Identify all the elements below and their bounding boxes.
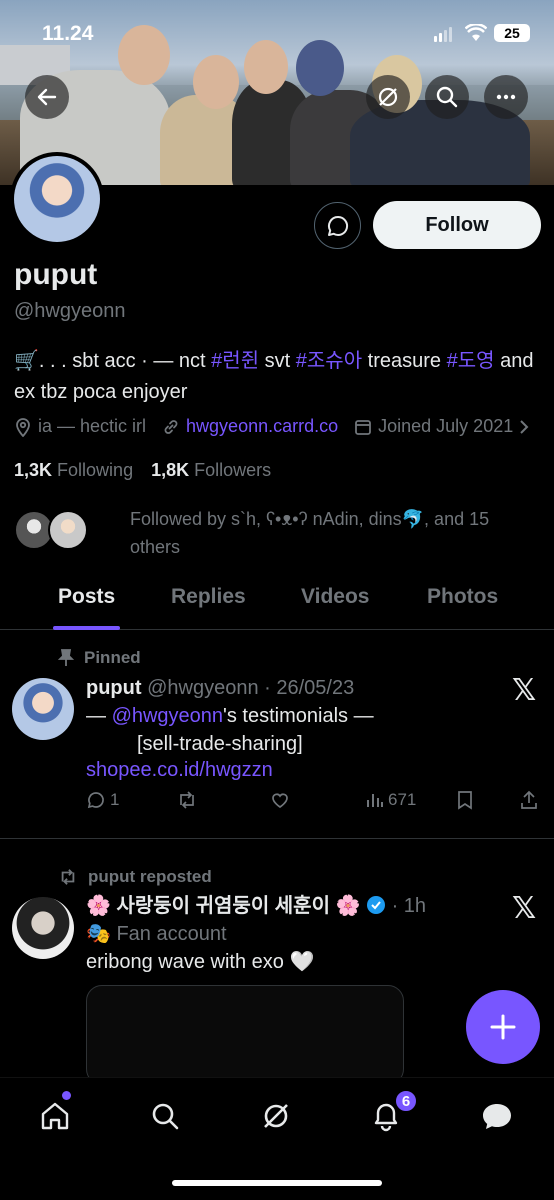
compose-button[interactable] xyxy=(466,990,540,1064)
post-media[interactable] xyxy=(86,985,404,1085)
like-button[interactable] xyxy=(270,790,290,810)
tab-photos[interactable]: Photos xyxy=(427,585,498,609)
location-pin-icon xyxy=(16,417,30,437)
more-button[interactable] xyxy=(484,75,528,119)
status-time: 11.24 xyxy=(42,22,94,45)
post-divider xyxy=(0,838,554,839)
message-bubble-icon xyxy=(327,215,348,236)
post-text: eribong wave with exo 🤍 xyxy=(86,951,315,973)
profile-joined: Joined July 2021 xyxy=(354,416,513,437)
views-button[interactable]: 671 xyxy=(366,790,416,810)
back-button[interactable] xyxy=(25,75,69,119)
nav-messages[interactable] xyxy=(477,1096,517,1136)
bookmark-button[interactable] xyxy=(456,790,474,810)
wifi-icon xyxy=(465,24,487,41)
notification-badge: 6 xyxy=(394,1089,418,1113)
status-bar: 11.24 25 xyxy=(0,0,554,64)
profile-avatar[interactable] xyxy=(10,152,104,246)
repost-icon xyxy=(61,869,75,885)
arrow-left-icon xyxy=(37,88,57,106)
x-logo-icon: 𝕏 xyxy=(512,892,537,925)
grok-button[interactable] xyxy=(366,75,410,119)
pin-icon xyxy=(58,649,74,666)
followers-link[interactable]: 1,8K Followers xyxy=(151,460,271,481)
signal-icon xyxy=(434,27,452,42)
share-icon xyxy=(521,790,537,809)
search-icon xyxy=(436,86,458,108)
search-icon xyxy=(152,1103,179,1130)
mention-link[interactable]: @hwgyeonn xyxy=(112,705,223,727)
avatar xyxy=(48,510,88,550)
link-icon xyxy=(164,419,178,434)
grok-icon xyxy=(264,1104,288,1128)
post-text-line: [sell-trade-sharing] xyxy=(137,733,303,755)
chat-bubble-icon xyxy=(483,1104,511,1129)
verified-badge-icon xyxy=(367,896,385,914)
nav-search[interactable] xyxy=(145,1096,185,1136)
post-text-line: — @hwgyeonn's testimonials — xyxy=(86,705,374,727)
tab-indicator xyxy=(53,626,120,630)
profile-bio: 🛒. . . sbt acc · — nct #런쥔 svt #조슈아 trea… xyxy=(14,350,534,403)
home-icon xyxy=(41,1102,69,1130)
chevron-right-icon[interactable] xyxy=(519,419,529,435)
repost-button[interactable] xyxy=(176,790,198,810)
reply-icon xyxy=(87,792,104,809)
post-link[interactable]: shopee.co.id/hwgzzn xyxy=(86,756,273,784)
tab-replies[interactable]: Replies xyxy=(171,585,246,609)
hashtag-link[interactable]: #도영 xyxy=(447,350,495,372)
profile-location: ia — hectic irl xyxy=(14,416,146,437)
home-indicator xyxy=(172,1180,382,1186)
nav-home[interactable] xyxy=(35,1096,75,1136)
tab-posts[interactable]: Posts xyxy=(58,585,115,609)
grok-icon xyxy=(378,87,398,107)
post-author-avatar[interactable] xyxy=(12,897,74,959)
nav-grok[interactable] xyxy=(256,1096,296,1136)
calendar-icon xyxy=(355,419,372,435)
profile-tabs: Posts Replies Videos Photos xyxy=(0,575,554,630)
profile-handle: @hwgyeonn xyxy=(14,300,126,322)
post-actions: 1 671 xyxy=(86,790,546,818)
hashtag-link[interactable]: #런쥔 xyxy=(211,350,259,372)
bookmark-icon xyxy=(458,791,472,810)
profile-name: puput xyxy=(14,258,98,291)
share-button[interactable] xyxy=(520,790,538,810)
views-chart-icon xyxy=(367,794,383,807)
post-handle-date: @hwgyeonn · 26/05/23 xyxy=(147,677,355,699)
plus-icon xyxy=(490,1014,516,1040)
post-subtitle: 🎭 Fan account xyxy=(86,923,227,945)
battery-icon: 25 xyxy=(494,24,530,42)
heart-icon xyxy=(272,793,288,809)
reply-button[interactable]: 1 xyxy=(86,790,119,810)
more-icon xyxy=(496,94,516,100)
tab-videos[interactable]: Videos xyxy=(301,585,369,609)
repost-icon xyxy=(180,791,194,809)
pinned-label: Pinned xyxy=(58,648,141,668)
followed-by-text[interactable]: Followed by s`h, ʕ•ᴥ•ʔ nAdin, dins🐬, and… xyxy=(130,505,530,561)
profile-website[interactable]: hwgyeonn.carrd.co xyxy=(162,416,338,437)
post-header: puput @hwgyeonn · 26/05/23 xyxy=(86,674,354,702)
hashtag-link[interactable]: #조슈아 xyxy=(296,350,362,372)
message-button[interactable] xyxy=(314,202,361,249)
home-unread-dot xyxy=(62,1091,71,1100)
follow-button[interactable]: Follow xyxy=(373,201,541,249)
repost-label: puput reposted xyxy=(58,867,212,887)
follow-counts: 1,3K Following 1,8K Followers xyxy=(14,460,271,481)
post-header: 🌸 사랑둥이 귀염둥이 세훈이 🌸 · 1h xyxy=(86,892,426,920)
x-logo-icon: 𝕏 xyxy=(512,674,537,707)
search-button[interactable] xyxy=(425,75,469,119)
post-author-name[interactable]: 🌸 사랑둥이 귀염둥이 세훈이 🌸 xyxy=(86,895,360,917)
post-author-name[interactable]: puput xyxy=(86,677,142,699)
post-time: · 1h xyxy=(391,895,427,917)
profile-meta: ia — hectic irl hwgyeonn.carrd.co Joined… xyxy=(14,416,535,437)
post-author-avatar[interactable] xyxy=(12,678,74,740)
following-link[interactable]: 1,3K Following xyxy=(14,460,133,481)
